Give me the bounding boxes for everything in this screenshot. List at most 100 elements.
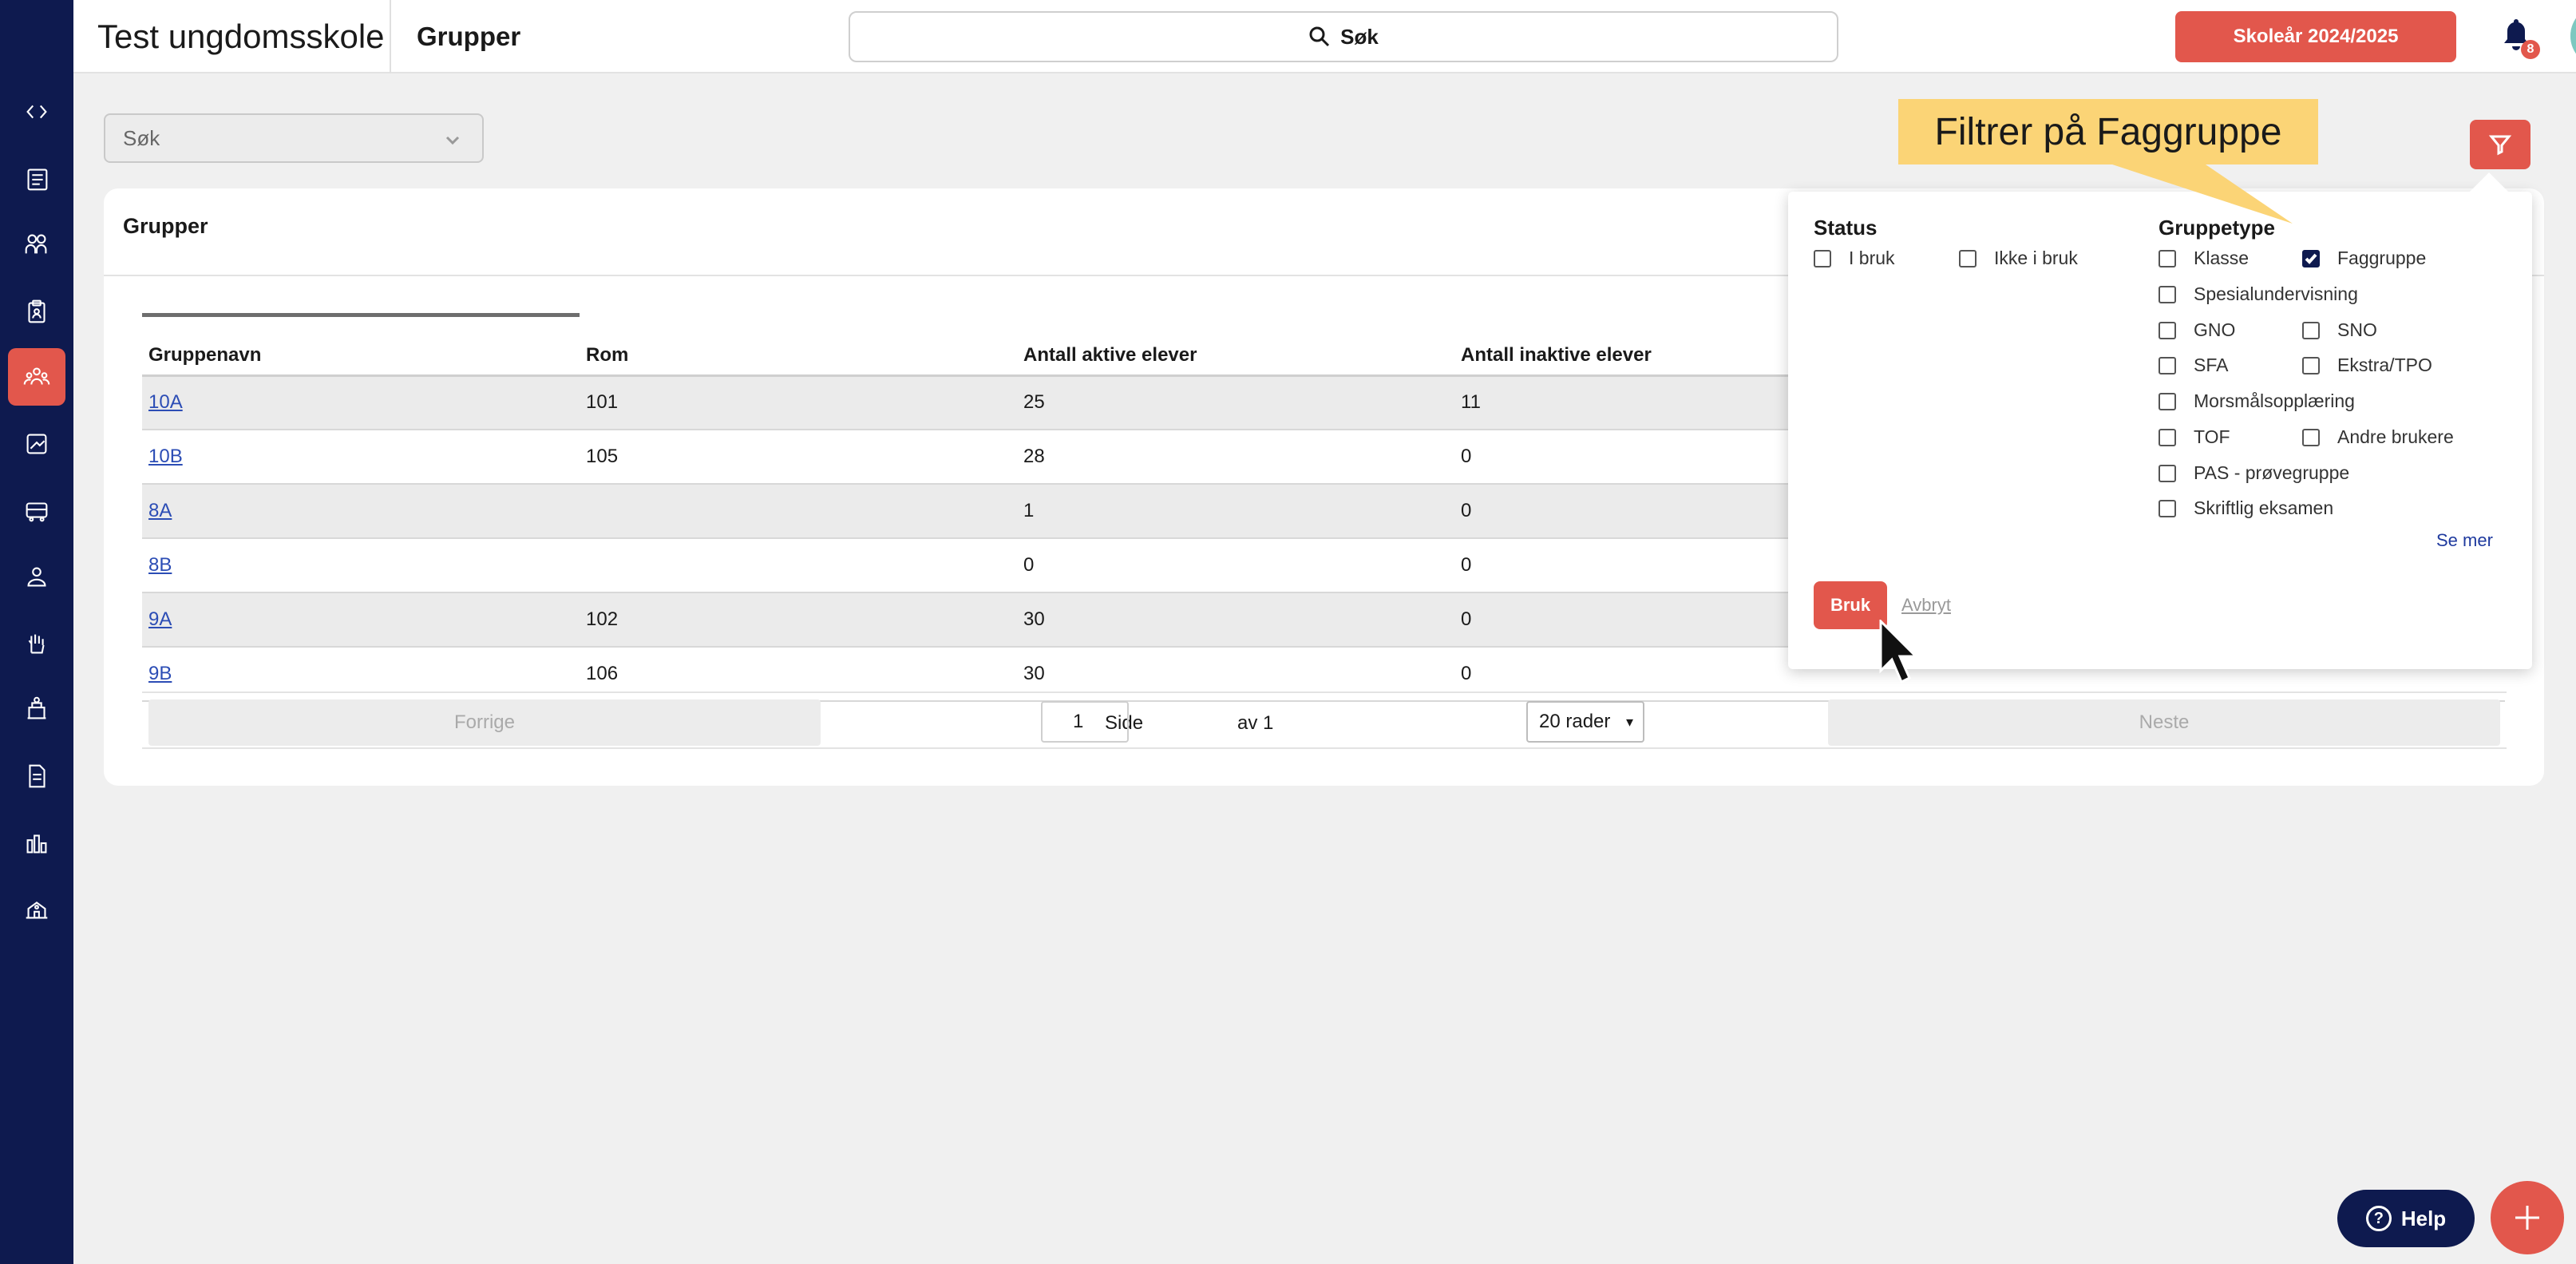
next-page-button[interactable]: Neste [1828, 699, 2500, 746]
avatar[interactable] [2570, 5, 2576, 67]
clipboard-icon[interactable] [8, 283, 65, 340]
type-morsmal-checkbox[interactable]: Morsmålsopplæring [2159, 390, 2355, 412]
expand-collapse-icon[interactable] [8, 83, 65, 141]
group-link[interactable]: 8A [148, 500, 172, 521]
type-spesial-checkbox[interactable]: Spesialundervisning [2159, 283, 2358, 305]
checkbox-box-checked [2302, 249, 2320, 267]
global-search-label: Søk [1340, 24, 1379, 49]
checkbox-box [2302, 428, 2320, 446]
document-icon[interactable] [8, 747, 65, 805]
active-count-cell: 0 [1017, 538, 1454, 593]
rows-per-page-select[interactable]: 20 rader ▾ [1526, 701, 1644, 743]
group-name-cell: 8B [142, 538, 580, 593]
checkbox-label: PAS - prøvegruppe [2194, 462, 2350, 483]
topbar: Test ungdomsskole Grupper Søk Skoleår 20… [73, 0, 2576, 73]
checkbox-label: Andre brukere [2337, 426, 2454, 447]
type-sno-checkbox[interactable]: SNO [2302, 319, 2377, 341]
room-cell [580, 484, 1017, 539]
active-count-cell: 1 [1017, 484, 1454, 539]
column-header-group-name[interactable]: Gruppenavn [142, 323, 580, 377]
group-name-cell: 10B [142, 430, 580, 485]
type-sfa-checkbox[interactable]: SFA [2159, 355, 2228, 376]
group-link[interactable]: 9B [148, 663, 172, 684]
plus-icon [2515, 1206, 2539, 1230]
checkbox-box [1814, 249, 1831, 267]
checkbox-label: Ikke i bruk [1994, 248, 2078, 268]
hand-icon[interactable] [8, 615, 65, 672]
search-icon [1309, 26, 1330, 47]
type-skriftlig-checkbox[interactable]: Skriftlig eksamen [2159, 497, 2333, 519]
puzzle-icon[interactable] [8, 415, 65, 473]
add-button[interactable] [2491, 1181, 2564, 1254]
checkbox-label: GNO [2194, 319, 2236, 340]
users-icon[interactable] [8, 216, 65, 273]
previous-page-button[interactable]: Forrige [148, 699, 821, 746]
type-gno-checkbox[interactable]: GNO [2159, 319, 2235, 341]
checkbox-label: I bruk [1849, 248, 1895, 268]
notification-bell[interactable]: 8 [2500, 16, 2542, 59]
checkbox-label: Ekstra/TPO [2337, 355, 2432, 375]
cancel-link[interactable]: Avbryt [1901, 595, 1951, 616]
checkbox-box [2302, 356, 2320, 374]
sort-indicator [142, 313, 580, 317]
news-icon[interactable] [8, 150, 65, 208]
group-link[interactable]: 9A [148, 608, 172, 630]
checkbox-box [2159, 499, 2176, 517]
group-search-select[interactable]: Søk [104, 113, 484, 163]
type-klasse-checkbox[interactable]: Klasse [2159, 248, 2249, 269]
page-title: Grupper [417, 22, 521, 51]
callout-pointer [2107, 163, 2293, 224]
rows-per-page-value: 20 rader [1539, 711, 1611, 732]
checkbox-label: SNO [2337, 319, 2377, 340]
group-link[interactable]: 10B [148, 446, 183, 467]
question-icon: ? [2365, 1206, 2392, 1231]
filter-icon [2488, 135, 2512, 156]
active-count-cell: 30 [1017, 592, 1454, 648]
page-number-input[interactable]: 1 [1041, 701, 1129, 743]
school-icon[interactable] [8, 880, 65, 937]
apply-button[interactable]: Bruk [1814, 581, 1887, 629]
checkbox-box [2159, 356, 2176, 374]
checkbox-box [2159, 464, 2176, 482]
checkbox-box [2159, 321, 2176, 339]
filter-button[interactable] [2470, 120, 2530, 169]
checkbox-box [2159, 285, 2176, 303]
type-tof-checkbox[interactable]: TOF [2159, 426, 2230, 448]
room-cell: 102 [580, 592, 1017, 648]
see-more-link[interactable]: Se mer [2436, 530, 2493, 551]
person-icon[interactable] [8, 548, 65, 605]
global-search[interactable]: Søk [849, 11, 1838, 62]
pagination: Forrige Side 1 av 1 20 rader ▾ Neste [142, 691, 2507, 749]
group-name-cell: 9A [142, 592, 580, 648]
active-count-cell: 25 [1017, 375, 1454, 430]
group-name-cell: 10A [142, 375, 580, 430]
chevron-down-icon [444, 129, 461, 147]
checkbox-box [1959, 249, 1977, 267]
chart-icon[interactable] [8, 814, 65, 872]
status-not-in-use-checkbox[interactable]: Ikke i bruk [1959, 248, 2078, 269]
building-icon[interactable] [8, 680, 65, 738]
type-faggruppe-checkbox[interactable]: Faggruppe [2302, 248, 2426, 269]
type-pas-checkbox[interactable]: PAS - prøvegruppe [2159, 462, 2349, 484]
type-ekstra-checkbox[interactable]: Ekstra/TPO [2302, 355, 2432, 376]
room-cell: 105 [580, 430, 1017, 485]
column-header-active[interactable]: Antall aktive elever [1017, 323, 1454, 377]
checkbox-label: Morsmålsopplæring [2194, 390, 2355, 411]
group-link[interactable]: 8B [148, 554, 172, 576]
help-button[interactable]: ? Help [2337, 1190, 2475, 1247]
group-link[interactable]: 10A [148, 391, 183, 413]
active-count-cell: 28 [1017, 430, 1454, 485]
help-label: Help [2400, 1206, 2447, 1230]
group-search-placeholder: Søk [123, 125, 160, 150]
checkbox-label: SFA [2194, 355, 2229, 375]
school-year-button[interactable]: Skoleår 2024/2025 [2175, 11, 2456, 62]
status-in-use-checkbox[interactable]: I bruk [1814, 248, 1895, 269]
school-bus-icon[interactable] [8, 482, 65, 540]
groups-icon[interactable] [8, 348, 65, 406]
type-andre-checkbox[interactable]: Andre brukere [2302, 426, 2454, 448]
checkbox-label: Faggruppe [2337, 248, 2427, 268]
chevron-down-icon: ▾ [1625, 714, 1633, 730]
checkmark-icon [2305, 253, 2317, 264]
column-header-room[interactable]: Rom [580, 323, 1017, 377]
checkbox-label: Spesialundervisning [2194, 283, 2358, 304]
